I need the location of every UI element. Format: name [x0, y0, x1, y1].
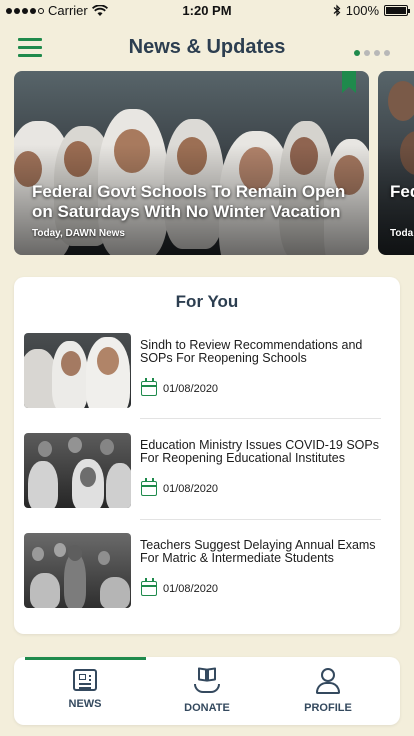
- news-date-text: 01/08/2020: [163, 482, 219, 495]
- divider: [140, 519, 381, 520]
- news-headline: Teachers Suggest Delaying Annual Exams F…: [140, 538, 376, 565]
- status-bar: Carrier 1:20 PM 100%: [0, 0, 414, 20]
- page-dot-active[interactable]: [354, 50, 360, 56]
- carousel-page-indicator[interactable]: [354, 50, 390, 56]
- active-tab-indicator: [25, 657, 146, 660]
- news-date: 01/08/2020: [141, 578, 219, 596]
- news-date: 01/08/2020: [141, 478, 219, 496]
- news-list-item[interactable]: Sindh to Review Recommendations and SOPs…: [24, 333, 381, 413]
- battery-icon: [384, 5, 410, 16]
- news-date-text: 01/08/2020: [163, 382, 219, 395]
- book-hand-icon: [193, 667, 221, 695]
- page-dot[interactable]: [364, 50, 370, 56]
- news-headline: Sindh to Review Recommendations and SOPs…: [140, 338, 363, 365]
- tab-news[interactable]: NEWS: [30, 667, 140, 719]
- person-icon: [314, 667, 342, 695]
- featured-headline: Federal Govt Schools To Remain Open on S…: [32, 182, 346, 221]
- section-heading: For You: [175, 292, 239, 311]
- featured-carousel[interactable]: Federal Govt Schools To Remain Open on S…: [14, 71, 414, 255]
- news-headline: Education Ministry Issues COVID-19 SOPs …: [140, 438, 379, 465]
- news-list-item[interactable]: Teachers Suggest Delaying Annual Exams F…: [24, 533, 381, 613]
- news-date-text: 01/08/2020: [163, 582, 219, 595]
- featured-meta: Today, DAWN News: [32, 228, 125, 239]
- calendar-icon: [141, 478, 157, 496]
- tab-label: PROFILE: [304, 702, 352, 714]
- news-date: 01/08/2020: [141, 378, 219, 396]
- tab-label: NEWS: [68, 698, 102, 710]
- page-title: News & Updates: [128, 36, 286, 58]
- news-thumbnail: [24, 533, 131, 608]
- bookmark-icon[interactable]: [342, 71, 356, 93]
- battery-percent: 100%: [345, 3, 379, 18]
- tab-profile[interactable]: PROFILE: [273, 667, 383, 719]
- bottom-navigation: NEWS DONATE PROFILE: [14, 657, 400, 725]
- page-dot[interactable]: [374, 50, 380, 56]
- battery-status: 100%: [333, 3, 410, 18]
- bluetooth-icon: [333, 4, 341, 17]
- news-thumbnail: [24, 433, 131, 508]
- calendar-icon: [141, 378, 157, 396]
- featured-meta: Toda: [390, 228, 414, 239]
- tab-label: DONATE: [184, 702, 230, 714]
- featured-news-card-next[interactable]: Fed on Toda: [378, 71, 414, 255]
- app-header: News & Updates: [0, 28, 414, 68]
- newspaper-icon: [73, 669, 97, 691]
- featured-news-card[interactable]: Federal Govt Schools To Remain Open on S…: [14, 71, 369, 255]
- featured-headline: Fed on: [390, 182, 414, 201]
- news-list-item[interactable]: Education Ministry Issues COVID-19 SOPs …: [24, 433, 381, 513]
- divider: [140, 418, 381, 419]
- tab-donate[interactable]: DONATE: [152, 667, 262, 719]
- for-you-section: For You Sindh to Review Recommendations …: [14, 277, 400, 634]
- page-dot[interactable]: [384, 50, 390, 56]
- calendar-icon: [141, 578, 157, 596]
- news-thumbnail: [24, 333, 131, 408]
